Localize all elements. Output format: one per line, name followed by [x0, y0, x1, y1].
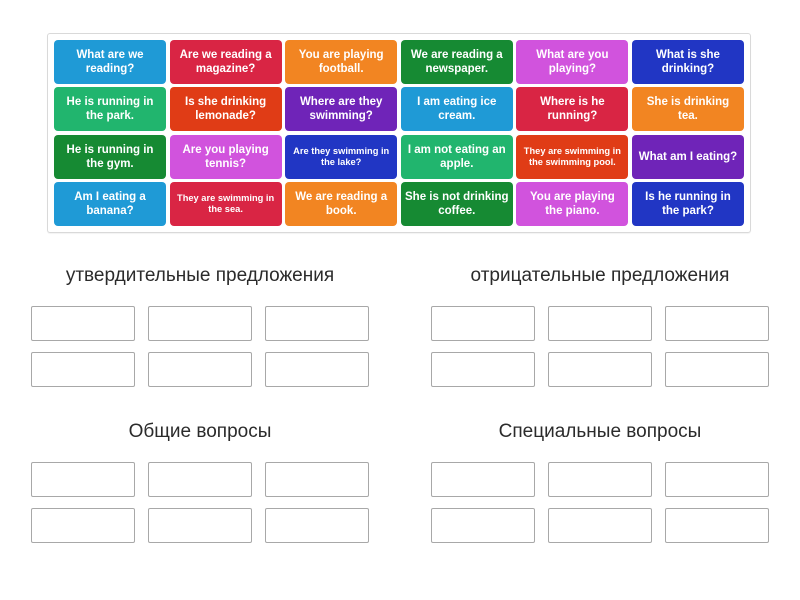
drop-slot[interactable] [148, 508, 252, 543]
sentence-tile[interactable]: What is she drinking? [631, 40, 744, 84]
tile-row: What are we reading? Are we reading a mag… [54, 40, 744, 84]
drop-slot[interactable] [31, 306, 135, 341]
sentence-tile[interactable]: We are reading a book. [285, 181, 398, 226]
tile-row: He is running in the gym. Are you playing… [54, 134, 744, 179]
drop-slot[interactable] [31, 462, 135, 497]
drop-slot[interactable] [31, 508, 135, 543]
drop-slot-row [431, 306, 769, 341]
drop-slot[interactable] [265, 508, 369, 543]
sentence-tile[interactable]: They are swimming in the sea. [169, 181, 282, 226]
sentence-tile[interactable]: Are you playing tennis? [169, 134, 282, 179]
sentence-tile-bank: What are we reading? Are we reading a mag… [47, 33, 751, 233]
drop-slot-grid [431, 306, 769, 387]
drop-slot-row [31, 352, 369, 387]
category-column-general-questions: Общие вопросы [0, 418, 400, 543]
sentence-tile[interactable]: He is running in the gym. [54, 134, 166, 179]
drop-slot-row [431, 352, 769, 387]
drop-slot-grid [31, 462, 369, 543]
drop-slot[interactable] [148, 306, 252, 341]
sentence-tile[interactable]: I am eating ice cream. [400, 87, 513, 132]
sentence-tile[interactable]: Where is he running? [516, 87, 629, 132]
drop-slot[interactable] [148, 352, 252, 387]
drop-slot[interactable] [31, 352, 135, 387]
sentence-tile[interactable]: Are they swimming in the lake? [285, 134, 398, 179]
category-section-bottom: Общие вопросы Специальные вопросы [0, 418, 800, 543]
drop-slot[interactable] [431, 306, 535, 341]
drop-slot[interactable] [548, 306, 652, 341]
category-section-top: утвердительные предложения отрицательные … [0, 262, 800, 387]
drop-slot-row [431, 462, 769, 497]
sentence-tile[interactable]: He is running in the park. [54, 87, 166, 132]
sorting-activity-page: What are we reading? Are we reading a mag… [0, 0, 800, 600]
sentence-tile[interactable]: Are we reading a magazine? [169, 40, 282, 84]
drop-slot[interactable] [431, 352, 535, 387]
category-title-negative: отрицательные предложения [470, 265, 730, 286]
sentence-tile[interactable]: We are reading a newspaper. [400, 40, 513, 84]
sentence-tile[interactable]: What am I eating? [631, 134, 744, 179]
category-column-negative: отрицательные предложения [400, 262, 800, 387]
sentence-tile[interactable]: Is he running in the park? [631, 181, 744, 226]
drop-slot[interactable] [148, 462, 252, 497]
drop-slot-row [431, 508, 769, 543]
drop-slot[interactable] [265, 462, 369, 497]
drop-slot[interactable] [265, 352, 369, 387]
sentence-tile[interactable]: I am not eating an apple. [400, 134, 513, 179]
sentence-tile[interactable]: She is drinking tea. [631, 87, 744, 132]
sentence-tile[interactable]: They are swimming in the swimming pool. [516, 134, 629, 179]
drop-slot[interactable] [665, 508, 769, 543]
drop-slot[interactable] [265, 306, 369, 341]
sentence-tile[interactable]: You are playing the piano. [516, 181, 629, 226]
sentence-tile[interactable]: What are we reading? [54, 40, 166, 84]
category-column-special-questions: Специальные вопросы [400, 418, 800, 543]
drop-slot-row [31, 508, 369, 543]
drop-slot-row [31, 306, 369, 341]
drop-slot-row [31, 462, 369, 497]
drop-slot[interactable] [431, 508, 535, 543]
drop-slot[interactable] [548, 462, 652, 497]
tile-row: Am I eating a banana? They are swimming i… [54, 181, 744, 226]
sentence-tile[interactable]: She is not drinking coffee. [400, 181, 513, 226]
sentence-tile[interactable]: What are you playing? [516, 40, 629, 84]
sentence-tile[interactable]: Where are they swimming? [285, 87, 398, 132]
category-column-affirmative: утвердительные предложения [0, 262, 400, 387]
drop-slot[interactable] [548, 352, 652, 387]
sentence-tile[interactable]: Is she drinking lemonade? [169, 87, 282, 132]
sentence-tile[interactable]: Am I eating a banana? [54, 181, 166, 226]
drop-slot-grid [431, 462, 769, 543]
drop-slot[interactable] [665, 352, 769, 387]
drop-slot[interactable] [665, 306, 769, 341]
category-title-special-questions: Специальные вопросы [498, 421, 702, 442]
drop-slot-grid [31, 306, 369, 387]
sentence-tile[interactable]: You are playing football. [285, 40, 398, 84]
category-title-affirmative: утвердительные предложения [65, 265, 335, 286]
drop-slot[interactable] [431, 462, 535, 497]
tile-row: He is running in the park. Is she drinkin… [54, 87, 744, 132]
drop-slot[interactable] [548, 508, 652, 543]
drop-slot[interactable] [665, 462, 769, 497]
category-title-general-questions: Общие вопросы [128, 421, 272, 442]
